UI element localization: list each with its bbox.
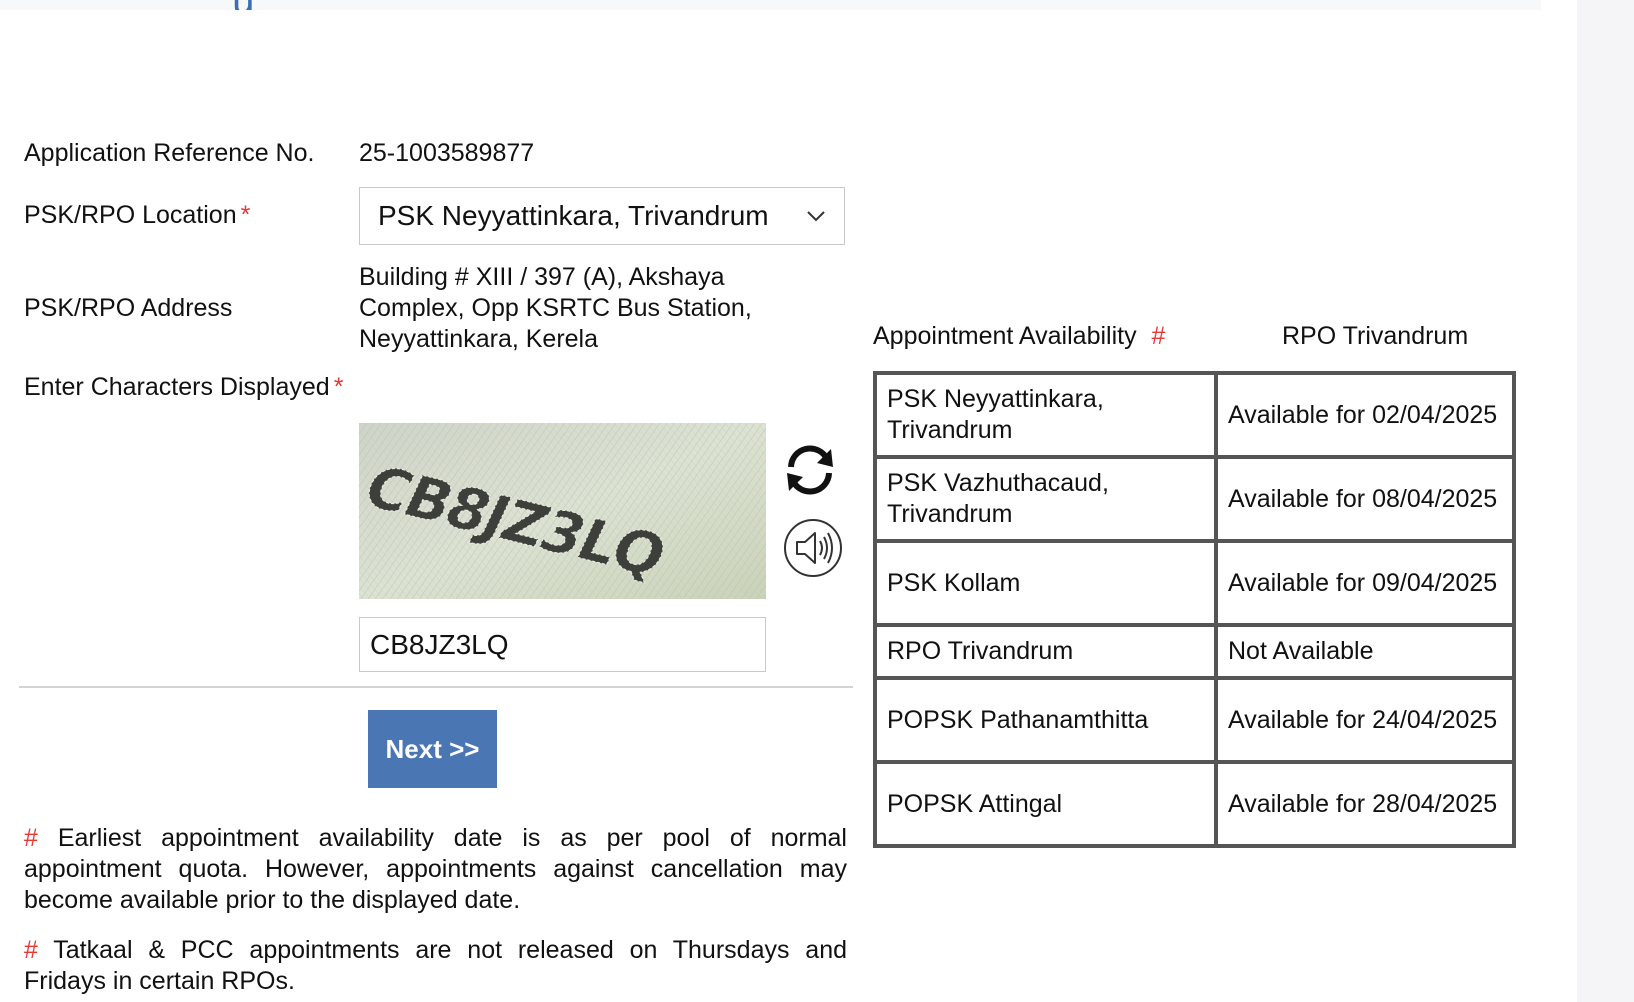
location-select-value: PSK Neyyattinkara, Trivandrum <box>378 200 769 231</box>
table-cell-status: Available for 08/04/2025 <box>1216 457 1514 541</box>
required-marker: * <box>333 373 344 401</box>
next-button[interactable]: Next >> <box>368 710 497 788</box>
table-row: POPSK Attingal Available for 28/04/2025 <box>875 762 1514 846</box>
required-marker: * <box>240 201 251 229</box>
note-tatkaal: # Tatkaal & PCC appointments are not rel… <box>24 935 847 997</box>
table-cell-location: PSK Kollam <box>875 541 1216 625</box>
captcha-image: CB8JZ3LQ <box>359 423 766 599</box>
captcha-label-text: Enter Characters Displayed <box>24 373 330 401</box>
ref-label: Application Reference No. <box>24 139 315 167</box>
table-row: PSK Neyyattinkara, Trivandrum Available … <box>875 373 1514 457</box>
scrollbar-track[interactable] <box>1577 0 1634 1002</box>
table-cell-location: POPSK Attingal <box>875 762 1216 846</box>
divider <box>19 686 853 688</box>
page: ɥ Application Reference No. 25-100358987… <box>0 0 1634 1002</box>
table-row: POPSK Pathanamthitta Available for 24/04… <box>875 678 1514 762</box>
address-label: PSK/RPO Address <box>24 294 233 322</box>
table-row: RPO Trivandrum Not Available <box>875 625 1514 678</box>
note-tatkaal-text: Tatkaal & PCC appointments are not relea… <box>24 936 847 995</box>
rpo-header: RPO Trivandrum <box>1282 322 1469 350</box>
table-cell-location: POPSK Pathanamthitta <box>875 678 1216 762</box>
hash-marker: # <box>24 824 38 852</box>
page-heading-clipped: ɥ <box>232 0 268 10</box>
table-cell-status: Available for 09/04/2025 <box>1216 541 1514 625</box>
table-row: PSK Kollam Available for 09/04/2025 <box>875 541 1514 625</box>
hash-marker: # <box>1151 322 1166 350</box>
captcha-input[interactable] <box>359 617 766 672</box>
captcha-label: Enter Characters Displayed * <box>24 372 343 403</box>
table-cell-status: Available for 24/04/2025 <box>1216 678 1514 762</box>
note-earliest: # Earliest appointment availability date… <box>24 823 847 916</box>
table-cell-status: Available for 02/04/2025 <box>1216 373 1514 457</box>
location-label: PSK/RPO Location * <box>24 200 250 231</box>
note-earliest-text: Earliest appointment availability date i… <box>24 824 847 914</box>
table-cell-status: Available for 28/04/2025 <box>1216 762 1514 846</box>
table-row: PSK Vazhuthacaud, Trivandrum Available f… <box>875 457 1514 541</box>
location-select[interactable]: PSK Neyyattinkara, Trivandrum <box>359 187 845 245</box>
refresh-icon[interactable] <box>783 443 837 497</box>
location-label-text: PSK/RPO Location <box>24 201 237 229</box>
address-value: Building # XIII / 397 (A), Akshaya Compl… <box>359 263 752 353</box>
speaker-icon[interactable] <box>782 517 844 579</box>
availability-table: PSK Neyyattinkara, Trivandrum Available … <box>873 371 1516 848</box>
chevron-down-icon <box>806 210 830 222</box>
availability-header: Appointment Availability # <box>873 321 1165 352</box>
hash-marker: # <box>24 936 38 964</box>
availability-header-text: Appointment Availability <box>873 322 1137 350</box>
ref-value: 25-1003589877 <box>359 139 535 167</box>
table-cell-location: PSK Neyyattinkara, Trivandrum <box>875 373 1216 457</box>
table-cell-location: RPO Trivandrum <box>875 625 1216 678</box>
table-cell-location: PSK Vazhuthacaud, Trivandrum <box>875 457 1216 541</box>
table-cell-status: Not Available <box>1216 625 1514 678</box>
